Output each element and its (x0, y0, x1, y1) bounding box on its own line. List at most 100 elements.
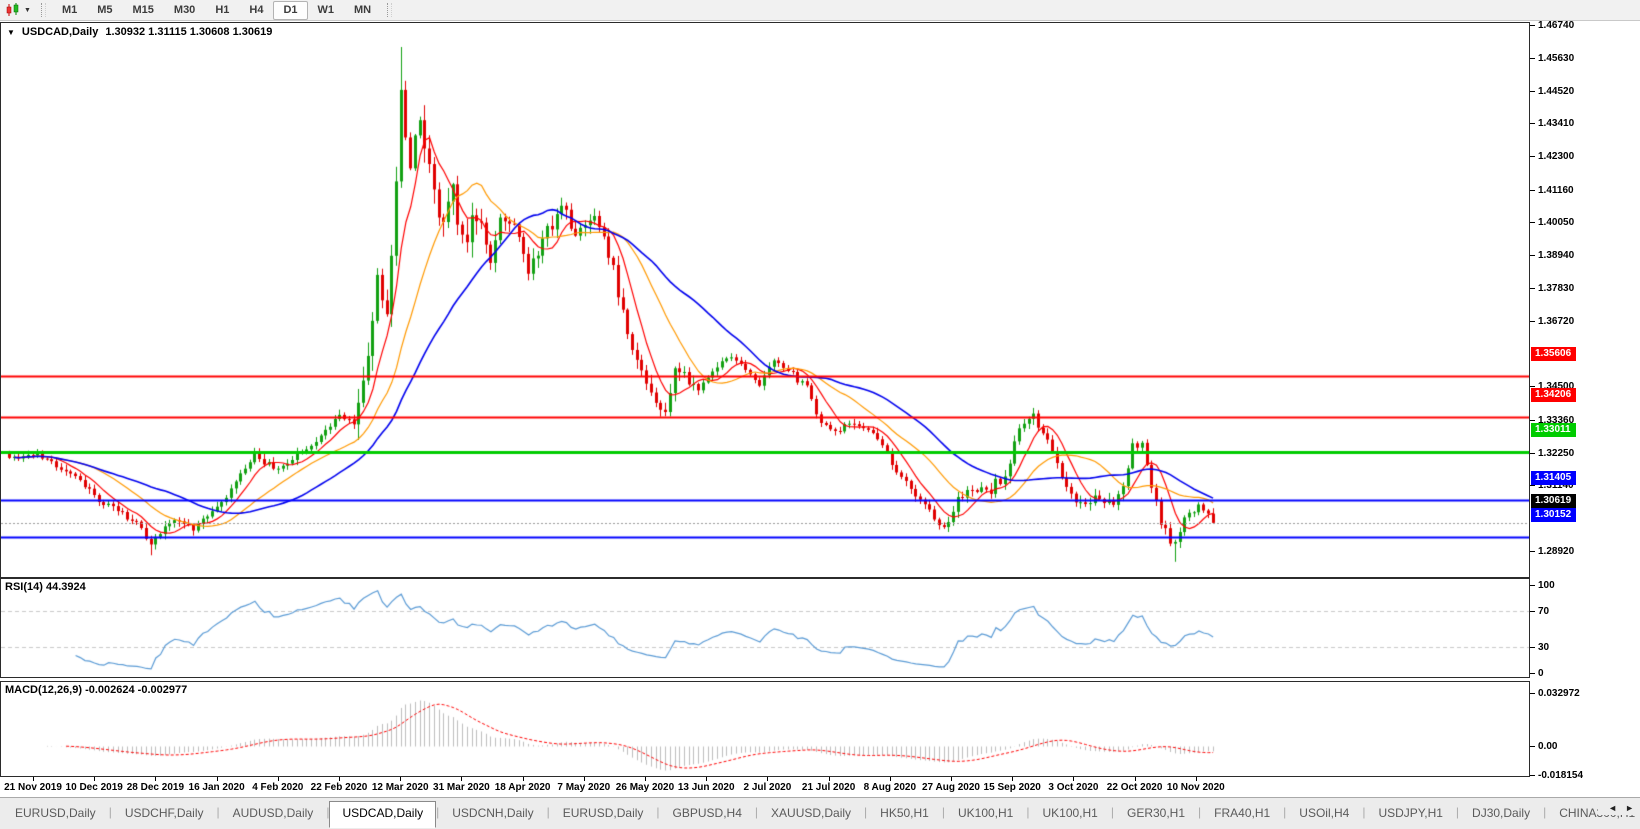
price-tick-mark (1530, 255, 1535, 257)
date-tick-mark (767, 777, 769, 781)
symbol-tab-usoil[interactable]: USOil,H4 (1286, 801, 1362, 828)
rsi-tick-label: 0 (1538, 668, 1544, 679)
rsi-tick-mark (1530, 646, 1535, 648)
price-tick-label: 1.38940 (1538, 250, 1575, 262)
date-tick-label: 16 Jan 2020 (188, 782, 245, 793)
rsi-panel[interactable] (0, 578, 1530, 678)
price-tick-mark (1530, 485, 1535, 487)
price-tick-label: 1.40050 (1538, 217, 1575, 229)
date-tick-label: 3 Oct 2020 (1048, 782, 1099, 793)
rsi-canvas[interactable] (1, 579, 1529, 677)
date-tick-label: 18 Apr 2020 (494, 782, 551, 793)
date-tick-label: 13 Jun 2020 (677, 782, 735, 793)
scroll-left-icon[interactable]: ◄ (1608, 803, 1617, 813)
date-tick-label: 10 Dec 2019 (65, 782, 123, 793)
timeframe-button-m30[interactable]: M30 (164, 1, 205, 20)
chart-tab-bar: EURUSD,Daily | USDCHF,Daily | AUDUSD,Daily | U… (0, 797, 1640, 829)
date-tick-mark (33, 777, 34, 781)
symbol-tab-xauusd[interactable]: XAUUSD,Daily (758, 801, 864, 828)
rsi-tick-mark (1530, 611, 1535, 613)
macd-tick-label: 0.00 (1538, 741, 1558, 752)
symbol-tab-fra40[interactable]: FRA40,H1 (1201, 801, 1283, 828)
price-tick-mark (1530, 57, 1535, 59)
date-tick-mark (277, 777, 279, 781)
toolbar-grip[interactable] (40, 3, 46, 17)
price-tick-label: 1.43410 (1538, 118, 1575, 130)
price-axis[interactable]: 1.46740 1.45630 1.44520 1.43410 1.42300 1.411… (1530, 20, 1640, 797)
chart-symbol-label: USDCAD,Daily (21, 26, 99, 38)
date-tick-mark (94, 777, 96, 781)
price-level-label: 1.34206 (1531, 387, 1577, 402)
date-tick-mark (522, 777, 524, 781)
timeframe-button-mn[interactable]: MN (344, 1, 381, 20)
date-tick-label: 22 Oct 2020 (1106, 782, 1163, 793)
main-chart-canvas[interactable] (1, 23, 1529, 577)
symbol-tab-usdcnh[interactable]: USDCNH,Daily (439, 801, 546, 828)
price-tick-mark (1530, 156, 1535, 158)
macd-canvas[interactable] (1, 682, 1529, 776)
date-tick-mark (889, 777, 891, 781)
rsi-tick-label: 100 (1538, 580, 1555, 591)
timeframe-button-h4[interactable]: H4 (239, 1, 273, 20)
date-tick-mark (645, 777, 646, 781)
candlestick-chart-icon (6, 3, 19, 16)
symbol-tab-eurusd[interactable]: EURUSD,Daily (2, 801, 109, 828)
date-tick-label: 27 Aug 2020 (922, 782, 980, 793)
symbol-tab-gbpusd[interactable]: GBPUSD,H4 (660, 801, 755, 828)
rsi-indicator-label: RSI(14) 44.3924 (5, 581, 86, 593)
timeframe-button-m5[interactable]: M5 (87, 1, 122, 20)
rsi-tick-label: 70 (1538, 606, 1550, 618)
price-tick-mark (1530, 25, 1535, 26)
toolbar-grip-end[interactable] (387, 3, 393, 17)
date-tick-mark (400, 777, 402, 781)
symbol-tab-dj30[interactable]: DJ30,Daily (1459, 801, 1543, 828)
symbol-tab-hk50[interactable]: HK50,H1 (867, 801, 942, 828)
date-tick-mark (583, 777, 585, 781)
timeframe-toolbar: ▼ M1 M5 M15 M30 H1 H4 D1 W1 MN (0, 0, 1640, 21)
date-tick-label: 28 Dec 2019 (126, 782, 185, 793)
price-tick-label: 1.45630 (1538, 52, 1575, 64)
chart-type-button[interactable]: ▼ (0, 0, 35, 20)
date-tick-mark (1134, 777, 1136, 781)
symbol-tab-eurusd[interactable]: EURUSD,Daily (550, 801, 657, 828)
symbol-tab-uk100[interactable]: UK100,H1 (1029, 801, 1110, 828)
price-tick-mark (1530, 288, 1535, 289)
price-level-label: 1.33011 (1531, 423, 1576, 438)
date-tick-label: 2 Jul 2020 (743, 782, 792, 793)
price-tick-mark (1530, 222, 1535, 224)
macd-tick-label: -0.018154 (1538, 770, 1584, 782)
date-axis[interactable]: 21 Nov 2019 10 Dec 2019 28 Dec 2019 16 Jan … (0, 777, 1530, 797)
main-chart-panel[interactable] (0, 22, 1530, 578)
price-level-label-last-price: 1.30619 (1531, 493, 1577, 508)
macd-tick-mark (1530, 775, 1535, 777)
timeframe-button-m15[interactable]: M15 (123, 1, 164, 20)
date-tick-label: 7 May 2020 (557, 782, 611, 793)
symbol-tab-usdchf[interactable]: USDCHF,Daily (112, 801, 217, 828)
chart-title: ▼ USDCAD,Daily 1.30932 1.31115 1.30608 1… (7, 26, 272, 38)
date-tick-label: 10 Nov 2020 (1166, 782, 1225, 793)
macd-tick-mark (1530, 746, 1535, 747)
symbol-tab-usdjpy[interactable]: USDJPY,H1 (1365, 801, 1455, 828)
symbol-tab-audusd[interactable]: AUDUSD,Daily (220, 801, 327, 828)
chevron-down-icon[interactable]: ▼ (24, 7, 31, 14)
timeframe-button-d1[interactable]: D1 (273, 0, 308, 20)
price-tick-label: 1.44520 (1538, 85, 1575, 97)
timeframe-button-m1[interactable]: M1 (52, 1, 87, 20)
triangle-down-icon[interactable]: ▼ (7, 28, 15, 37)
symbol-tab-ger30[interactable]: GER30,H1 (1114, 801, 1198, 828)
price-tick-mark (1530, 189, 1535, 191)
date-tick-label: 4 Feb 2020 (252, 782, 304, 793)
chart-ohlc-values: 1.30932 1.31115 1.30608 1.30619 (105, 26, 273, 38)
rsi-tick-mark (1530, 673, 1535, 674)
timeframe-button-h1[interactable]: H1 (205, 1, 239, 20)
price-level-label: 1.31405 (1531, 470, 1577, 485)
symbol-tab-uk100[interactable]: UK100,H1 (945, 801, 1026, 828)
symbol-tab-usdcad[interactable]: USDCAD,Daily (329, 801, 437, 828)
price-tick-label: 1.28920 (1538, 546, 1575, 557)
timeframe-button-w1[interactable]: W1 (308, 1, 345, 20)
macd-panel[interactable] (0, 681, 1530, 777)
rsi-tick-mark (1530, 585, 1535, 586)
scroll-right-icon[interactable]: ► (1625, 803, 1634, 813)
date-tick-mark (951, 777, 952, 781)
date-tick-label: 21 Nov 2019 (4, 782, 62, 793)
